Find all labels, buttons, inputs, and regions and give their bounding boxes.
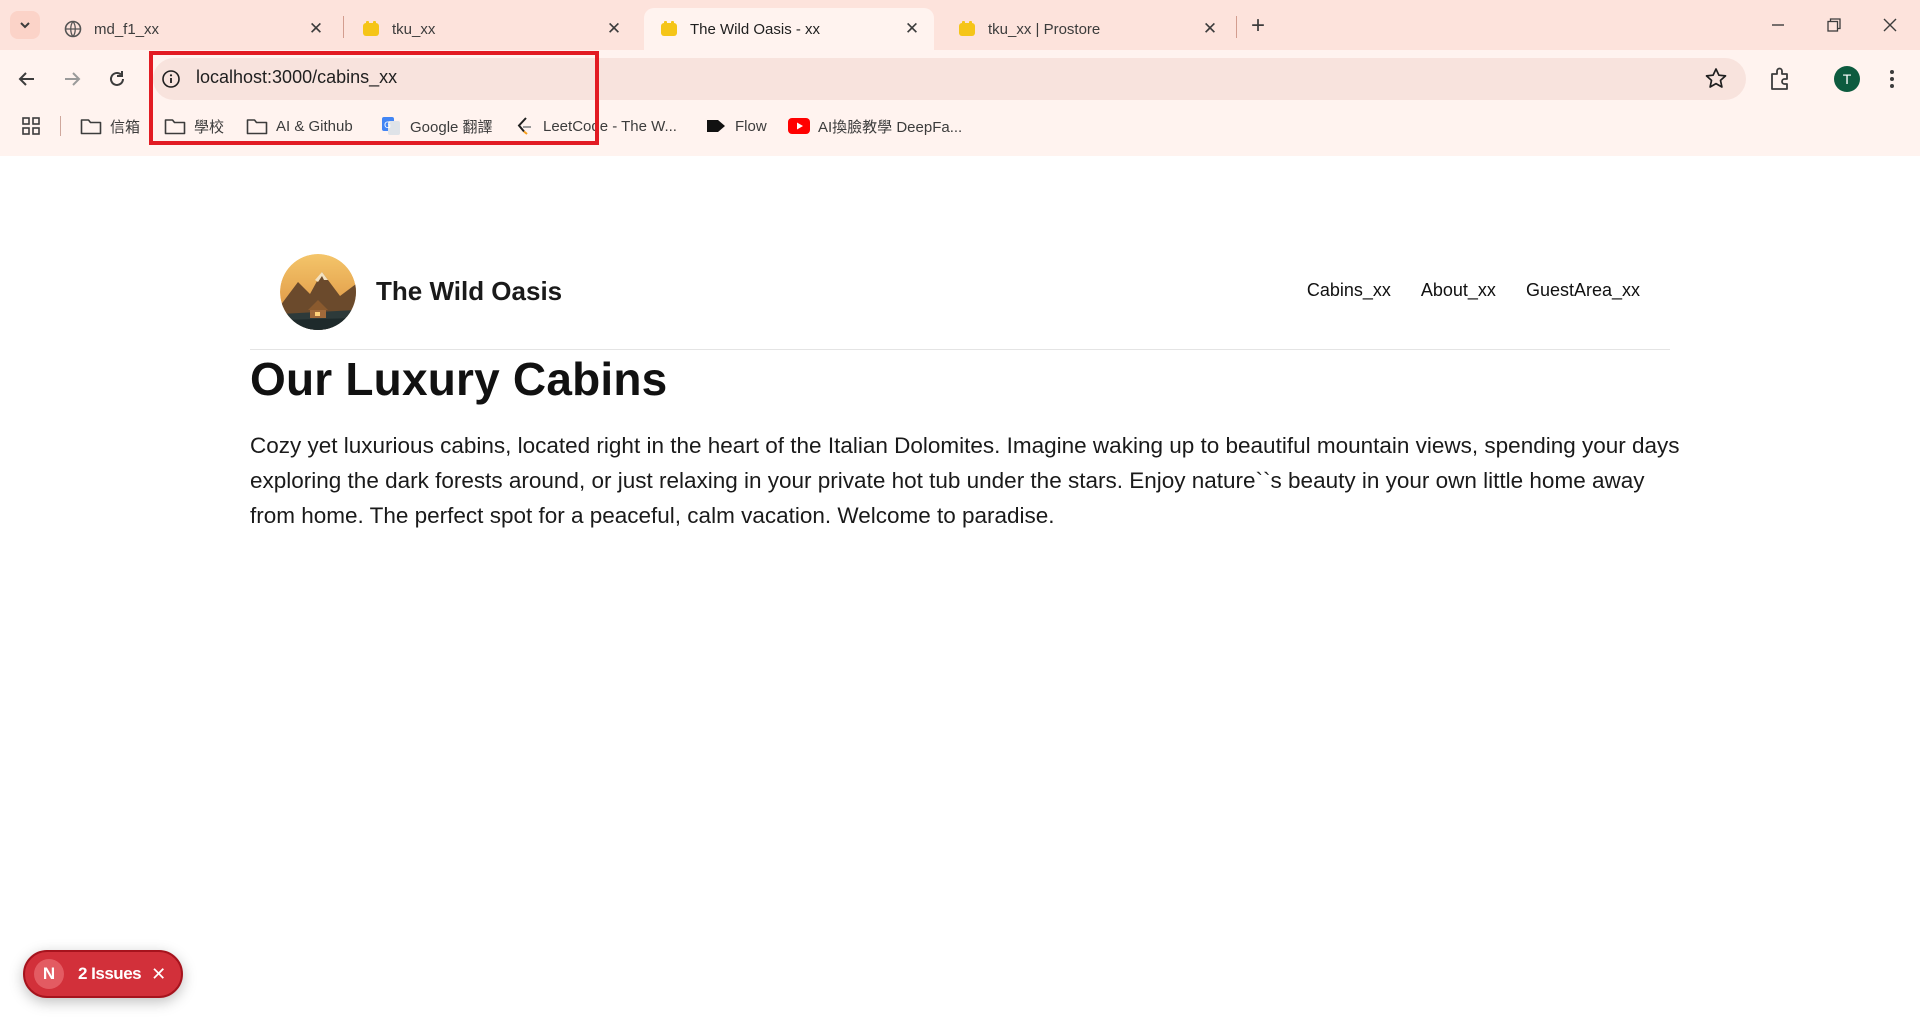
intro-paragraph: Cozy yet luxurious cabins, located right… [250,433,1680,528]
menu-kebab-icon[interactable] [1882,66,1902,92]
tab-md-f1[interactable]: md_f1_xx ✕ [48,8,338,50]
page-title: Our Luxury Cabins [250,353,668,405]
bookmark-divider [60,116,61,136]
folder-icon [80,116,102,136]
issues-count-label[interactable]: 2 Issues [78,964,142,984]
reload-icon [110,71,124,86]
svg-text:G: G [384,121,391,131]
yellow-app-icon [958,20,976,38]
nextjs-logo-icon: N [34,959,64,989]
google-translate-icon: G [380,116,402,136]
close-icon [1883,18,1897,32]
bookmark-label: LeetCode - The W... [543,117,677,135]
apps-grid-button[interactable] [20,112,50,140]
tab-title: The Wild Oasis - xx [690,20,821,38]
nextjs-issues-badge[interactable]: N 2 Issues ✕ [23,950,183,998]
window-close-button[interactable] [1862,0,1918,50]
tab-strip: md_f1_xx ✕ tku_xx ✕ The Wild Oasis - xx … [0,0,1920,50]
close-icon[interactable]: ✕ [1200,19,1220,39]
close-icon[interactable]: ✕ [604,19,624,39]
info-icon[interactable] [161,69,181,89]
bookmark-label: Google 翻譯 [410,118,493,136]
tab-title: tku_xx | Prostore [988,20,1101,38]
nav-link-guest-area[interactable]: GuestArea_xx [1526,280,1640,301]
tab-wild-oasis[interactable]: The Wild Oasis - xx ✕ [644,8,934,50]
extensions-icon[interactable] [1767,65,1795,93]
url-text[interactable]: localhost:3000/cabins_xx [196,67,397,88]
tab-prostore[interactable]: tku_xx | Prostore ✕ [942,8,1232,50]
bookmark-folder-school[interactable]: 學校 [164,112,224,140]
tab-search-button[interactable] [10,11,40,39]
flow-icon [705,116,727,136]
chevron-down-icon [20,22,30,29]
tab-divider [1236,16,1237,38]
yellow-app-icon [362,20,380,38]
new-tab-button[interactable]: + [1243,12,1273,40]
main-nav: Cabins_xx About_xx GuestArea_xx [1307,280,1640,301]
apps-grid-icon [20,116,42,136]
bookmark-label: AI & Github [276,117,353,135]
minimize-icon [1772,24,1784,26]
site-header: The Wild Oasis Cabins_xx About_xx GuestA… [250,254,1670,350]
close-icon[interactable]: ✕ [902,19,922,39]
profile-avatar[interactable]: T [1834,66,1860,92]
tab-divider [343,16,344,38]
close-icon[interactable]: ✕ [306,19,326,39]
bookmark-label: Flow [735,117,767,135]
bookmark-folder-mail[interactable]: 信箱 [80,112,140,140]
brand-name[interactable]: The Wild Oasis [376,276,562,307]
bookmark-leetcode[interactable]: LeetCode - The W... [513,112,677,140]
tab-title: tku_xx [392,20,436,38]
bookmark-label: 信箱 [110,118,141,136]
reload-button[interactable] [100,62,134,96]
logo-mountain-cabin-icon[interactable] [280,254,356,330]
arrow-right-icon [65,72,81,86]
yellow-app-icon [660,20,678,38]
forward-button[interactable] [55,62,89,96]
back-button[interactable] [10,62,44,96]
restore-icon [1827,18,1841,32]
close-icon[interactable]: ✕ [151,964,166,985]
bookmarks-bar: 信箱 學校 AI & Github G Google 翻譯 LeetCode -… [0,112,1920,140]
minimize-button[interactable] [1750,0,1806,50]
nav-link-cabins[interactable]: Cabins_xx [1307,280,1391,301]
leetcode-icon [513,116,535,136]
arrow-left-icon [18,72,34,86]
bookmark-folder-ai-github[interactable]: AI & Github [246,112,353,140]
bookmark-flow[interactable]: Flow [705,112,767,140]
restore-button[interactable] [1806,0,1862,50]
tab-tku[interactable]: tku_xx ✕ [346,8,636,50]
youtube-icon [788,116,810,136]
folder-icon [164,116,186,136]
nav-link-about[interactable]: About_xx [1421,280,1496,301]
bookmark-label: 學校 [194,118,225,136]
bookmark-deepfake[interactable]: AI換臉教學 DeepFa... [788,112,962,140]
tab-title: md_f1_xx [94,20,160,38]
star-icon[interactable] [1703,66,1729,92]
bookmark-label: AI換臉教學 DeepFa... [818,118,963,136]
bookmark-google-translate[interactable]: G Google 翻譯 [380,112,493,140]
folder-icon [246,116,268,136]
globe-icon [64,20,82,38]
web-page: The Wild Oasis Cabins_xx About_xx GuestA… [0,156,1920,1020]
